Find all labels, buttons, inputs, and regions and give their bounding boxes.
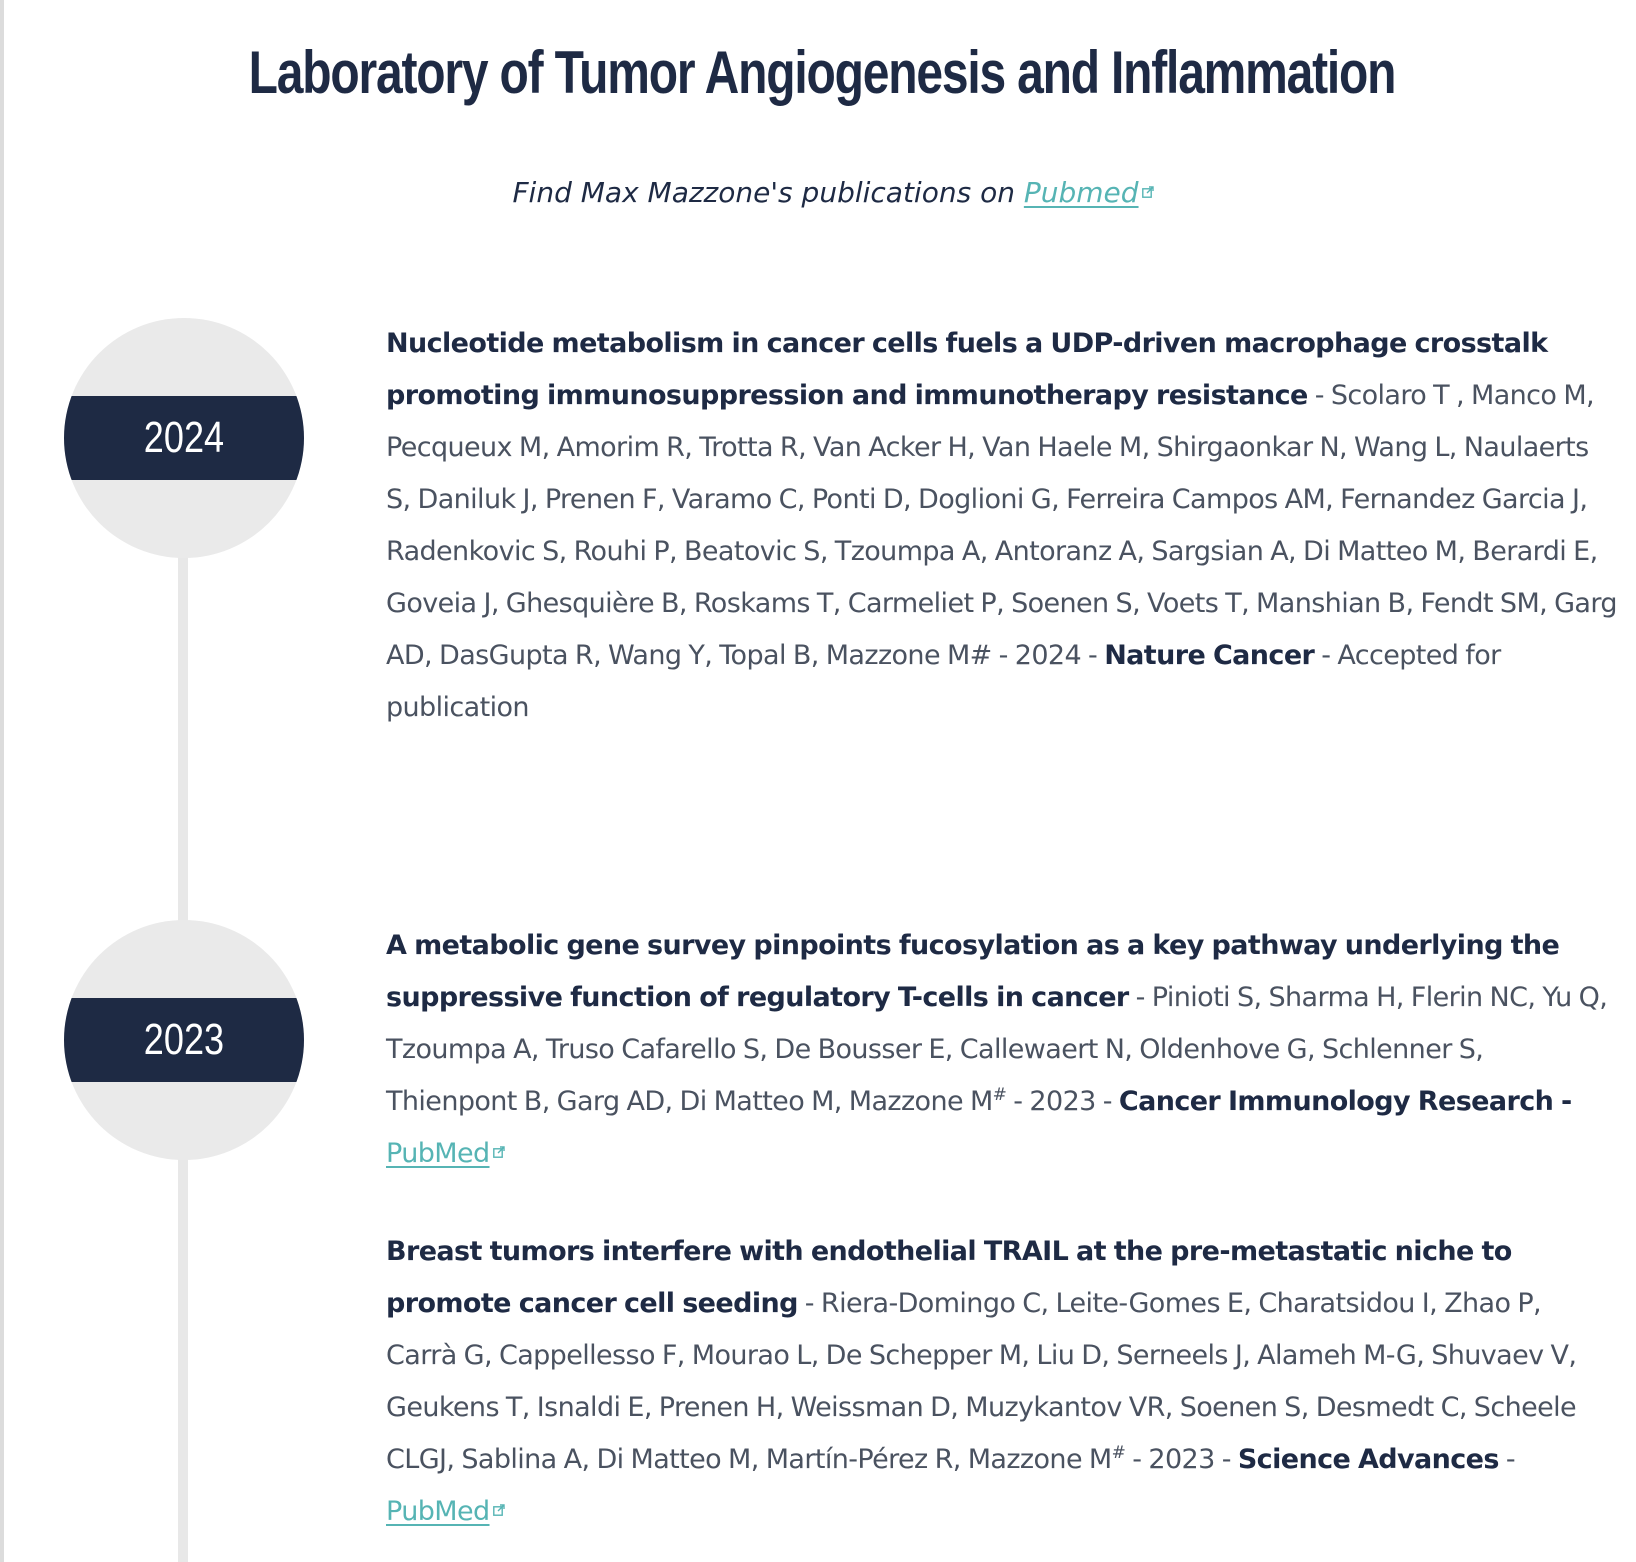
separator: - xyxy=(1498,1444,1516,1475)
external-link-icon xyxy=(492,1146,505,1158)
page-left-border xyxy=(0,0,4,1562)
publication-entry: A metabolic gene survey pinpoints fucosy… xyxy=(386,920,1618,1180)
external-link-icon xyxy=(1141,186,1154,198)
publication-year: - 2023 - xyxy=(1006,1086,1119,1117)
year-label: 2024 xyxy=(64,396,304,480)
pubmed-link[interactable]: PubMed xyxy=(386,1496,490,1527)
publication-entry: Breast tumors interfere with endothelial… xyxy=(386,1226,1618,1538)
pubmed-subtitle: Find Max Mazzone's publications on Pubme… xyxy=(0,176,1636,209)
publication-entry: Nucleotide metabolism in cancer cells fu… xyxy=(386,318,1618,734)
subtitle-text: Find Max Mazzone's publications on xyxy=(512,176,1024,209)
publication-authors: - Scolaro T , Manco M, Pecqueux M, Amori… xyxy=(386,380,1618,671)
external-link-icon xyxy=(492,1504,505,1516)
pubmed-link[interactable]: PubMed xyxy=(386,1138,490,1169)
page-title: Laboratory of Tumor Angiogenesis and Inf… xyxy=(248,39,1397,106)
pubmed-link[interactable]: Pubmed xyxy=(1024,176,1139,209)
corresponding-author-mark: # xyxy=(1111,1443,1126,1463)
publication-journal: Cancer Immunology Research - xyxy=(1118,1086,1572,1117)
year-marker-2023: 2023 xyxy=(64,920,304,1160)
publication-journal: Science Advances xyxy=(1237,1444,1500,1475)
publication-year: - 2023 - xyxy=(1125,1444,1238,1475)
publication-journal: Nature Cancer xyxy=(1104,640,1315,671)
corresponding-author-mark: # xyxy=(992,1085,1007,1105)
year-label: 2023 xyxy=(64,998,304,1082)
year-marker-2024: 2024 xyxy=(64,318,304,558)
